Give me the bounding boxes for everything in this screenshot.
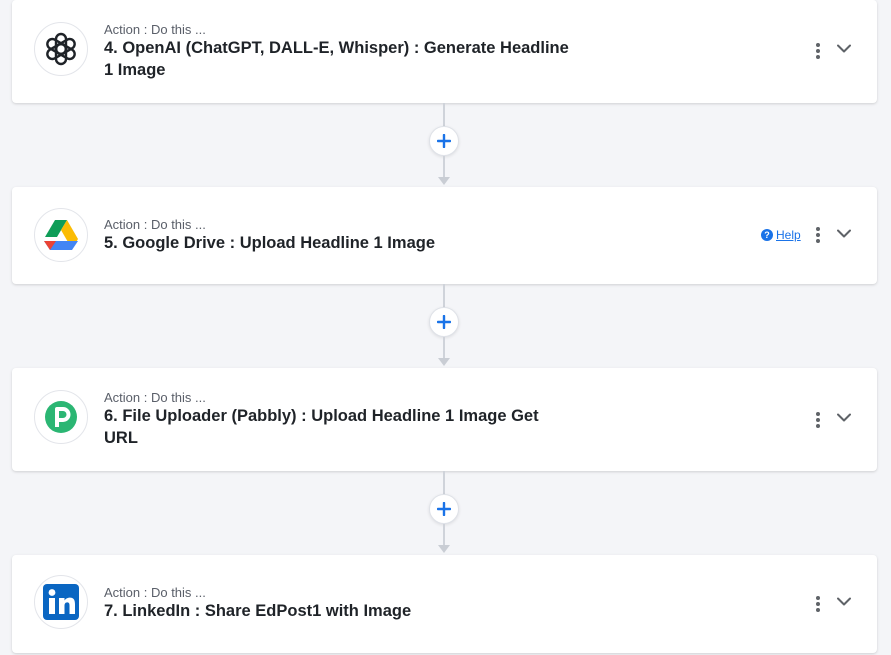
arrow-down-icon [438,358,450,366]
connector-line [443,471,445,496]
connector-line [443,103,445,128]
step-card-6[interactable]: Action : Do this ... 6. File Uploader (P… [12,368,877,471]
more-options-icon[interactable] [810,223,826,247]
step-subtitle: Action : Do this ... [104,585,206,600]
step-card-4[interactable]: Action : Do this ... 4. OpenAI (ChatGPT,… [12,0,877,103]
pabbly-icon [34,390,88,444]
arrow-down-icon [438,545,450,553]
arrow-down-icon [438,177,450,185]
step-title: 6. File Uploader (Pabbly) : Upload Headl… [104,407,539,447]
connector-line [443,156,445,178]
step-subtitle: Action : Do this ... [104,22,206,37]
plus-icon [437,315,451,329]
connector-line [443,337,445,359]
openai-icon [34,22,88,76]
step-subtitle: Action : Do this ... [104,217,206,232]
help-icon: ? [761,229,773,241]
step-card-5[interactable]: Action : Do this ... 5. Google Drive : U… [12,187,877,284]
connector-line [443,524,445,546]
chevron-down-icon[interactable] [833,406,855,428]
chevron-down-icon[interactable] [833,590,855,612]
help-label: Help [776,228,801,242]
more-options-icon[interactable] [810,39,826,63]
step-subtitle: Action : Do this ... [104,390,206,405]
step-title: 4. OpenAI (ChatGPT, DALL-E, Whisper) : G… [104,39,569,79]
chevron-down-icon[interactable] [833,222,855,244]
google-drive-icon [34,208,88,262]
more-options-icon[interactable] [810,592,826,616]
help-link[interactable]: ? Help [761,228,801,242]
plus-icon [437,502,451,516]
plus-icon [437,134,451,148]
linkedin-icon [34,575,88,629]
add-step-button[interactable] [429,307,459,337]
step-title: 7. LinkedIn : Share EdPost1 with Image [104,602,412,620]
add-step-button[interactable] [429,494,459,524]
chevron-down-icon[interactable] [833,37,855,59]
more-options-icon[interactable] [810,408,826,432]
add-step-button[interactable] [429,126,459,156]
step-card-7[interactable]: Action : Do this ... 7. LinkedIn : Share… [12,555,877,653]
connector-line [443,284,445,309]
step-title: 5. Google Drive : Upload Headline 1 Imag… [104,234,435,252]
